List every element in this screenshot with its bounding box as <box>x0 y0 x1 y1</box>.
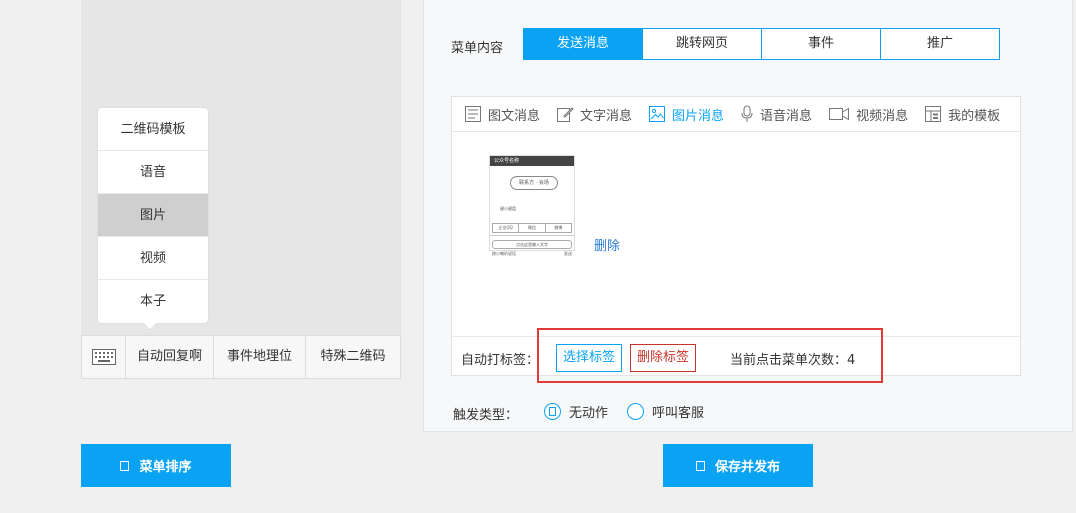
menu-bar-item[interactable]: 自动回复啊 <box>126 336 214 378</box>
thumbnail-foot-left: 按小喇叭说话 <box>492 251 516 256</box>
tool-label: 文字消息 <box>580 108 633 124</box>
tab-event[interactable]: 事件 <box>761 28 881 60</box>
tool-image[interactable]: 图片消息 <box>648 105 724 124</box>
save-icon <box>695 460 705 471</box>
thumbnail-bar-item: 微信 <box>519 224 546 232</box>
image-message-thumbnail[interactable]: 公众号名称 联系方 · 会场 键小键盘 企业QQ 微信 微博 点击这里输入文字 … <box>489 155 575 256</box>
microphone-icon <box>741 105 753 122</box>
submenu-item[interactable]: 视频 <box>98 237 208 280</box>
tool-video[interactable]: 视频消息 <box>828 105 908 124</box>
thumbnail-bar-item: 企业QQ <box>493 224 520 232</box>
submenu-item[interactable]: 本子 <box>98 280 208 323</box>
tab-promotion[interactable]: 推广 <box>880 28 1000 60</box>
tool-label: 图文消息 <box>488 108 541 124</box>
thumbnail-bubble: 联系方 · 会场 <box>510 176 558 190</box>
trigger-option-call-service[interactable]: 呼叫客服 <box>627 402 704 421</box>
thumbnail-note: 键小键盘 <box>500 206 516 211</box>
sort-menu-button[interactable]: 菜单排序 <box>81 444 231 487</box>
save-publish-label: 保存并发布 <box>714 460 780 475</box>
menu-content-tabs: 发送消息 跳转网页 事件 推广 <box>523 28 1000 60</box>
tool-label: 视频消息 <box>856 108 909 124</box>
thumbnail-body: 联系方 · 会场 键小键盘 企业QQ 微信 微博 <box>490 166 574 236</box>
thumbnail-header-text: 公众号名称 <box>494 158 520 164</box>
submenu-item[interactable]: 二维码模板 <box>98 108 208 151</box>
submenu-item[interactable]: 语音 <box>98 151 208 194</box>
thumbnail-footer: 按小喇叭说话 发送 <box>490 249 574 259</box>
submenu-popup: 二维码模板 语音 图片 视频 本子 <box>98 108 208 323</box>
trigger-option-none[interactable]: 无动作 <box>544 402 608 421</box>
article-icon <box>465 106 481 122</box>
tool-voice[interactable]: 语音消息 <box>740 105 812 124</box>
radio-icon[interactable] <box>544 403 561 420</box>
sort-menu-label: 菜单排序 <box>139 460 192 475</box>
pencil-icon <box>557 107 574 122</box>
trigger-type-label: 触发类型： <box>453 408 519 423</box>
video-icon <box>829 107 850 121</box>
auto-tag-label: 自动打标签： <box>461 353 540 368</box>
phone-menu-bar: 自动回复啊 事件地理位 特殊二维码 <box>81 335 401 379</box>
thumbnail-header: 公众号名称 <box>490 156 574 166</box>
tool-label: 图片消息 <box>672 108 725 124</box>
menu-bar-item[interactable]: 特殊二维码 <box>306 336 400 378</box>
submenu-pointer <box>143 322 157 329</box>
sort-icon <box>120 460 130 471</box>
thumbnail-foot-right: 发送 <box>564 251 572 256</box>
tool-label: 语音消息 <box>760 108 813 124</box>
tool-article[interactable]: 图文消息 <box>464 105 540 124</box>
menu-content-label: 菜单内容 <box>451 41 504 56</box>
tool-label: 我的模板 <box>948 108 1001 124</box>
menu-bar-item[interactable]: 事件地理位 <box>214 336 306 378</box>
tool-text[interactable]: 文字消息 <box>556 105 632 124</box>
save-publish-button[interactable]: 保存并发布 <box>663 444 813 487</box>
delete-image-link[interactable]: 删除 <box>594 235 620 254</box>
radio-icon[interactable] <box>627 403 644 420</box>
trigger-option-label: 无动作 <box>569 406 609 421</box>
highlight-box <box>537 328 883 383</box>
image-icon <box>649 106 666 122</box>
keyboard-icon[interactable] <box>82 336 126 378</box>
thumbnail-menu-bar: 企业QQ 微信 微博 <box>492 223 572 233</box>
tab-send-message[interactable]: 发送消息 <box>523 28 643 60</box>
thumbnail-bar-item: 微博 <box>554 225 563 230</box>
submenu-item-active[interactable]: 图片 <box>98 194 208 237</box>
tab-jump-webpage[interactable]: 跳转网页 <box>642 28 762 60</box>
message-type-toolbar: 图文消息 文字消息 图片消息 语音消息 视频消息 我的模板 <box>452 97 1020 132</box>
thumbnail-input: 点击这里输入文字 <box>492 240 572 249</box>
tool-template[interactable]: 我的模板 <box>924 105 1000 124</box>
trigger-option-label: 呼叫客服 <box>652 406 705 421</box>
template-icon <box>925 106 942 122</box>
